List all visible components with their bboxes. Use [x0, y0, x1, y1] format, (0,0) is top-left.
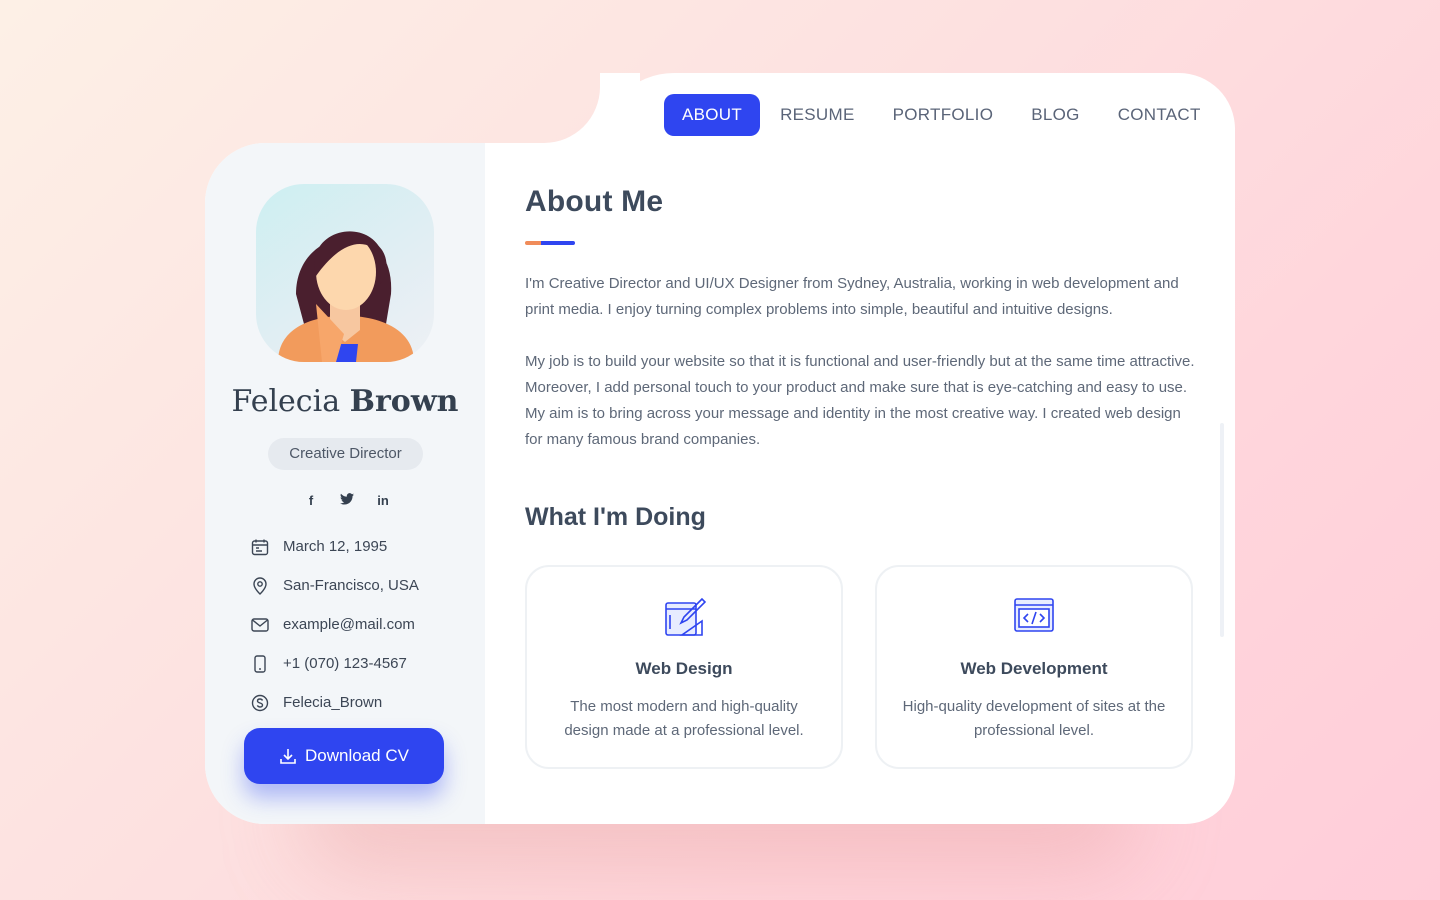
scrollbar[interactable]	[1220, 423, 1224, 637]
info-skype: Felecia_Brown	[283, 694, 383, 711]
nav-tab-resume[interactable]: RESUME	[762, 94, 873, 136]
profile-name: Felecia Brown	[205, 384, 485, 419]
info-row-email: example@mail.com	[249, 605, 419, 644]
first-name: Felecia	[231, 384, 341, 419]
main-nav: ABOUT RESUME PORTFOLIO BLOG CONTACT	[664, 94, 1219, 136]
code-window-icon	[1014, 598, 1054, 632]
service-description: High-quality development of sites at the…	[902, 698, 1166, 739]
info-row-birthday: March 12, 1995	[249, 527, 419, 566]
skype-icon	[249, 692, 271, 714]
download-cv-label: Download CV	[305, 746, 409, 765]
social-links: f in	[298, 490, 406, 512]
phone-icon	[249, 653, 271, 675]
avatar	[256, 184, 434, 362]
location-icon	[249, 575, 271, 597]
facebook-icon[interactable]: f	[298, 490, 324, 512]
nav-tab-about[interactable]: ABOUT	[664, 94, 761, 136]
title-underline	[525, 241, 575, 245]
info-row-phone: +1 (070) 123-4567	[249, 644, 419, 683]
download-icon	[280, 749, 296, 764]
download-cv-button[interactable]: Download CV	[244, 728, 444, 784]
role-badge: Creative Director	[268, 438, 423, 470]
calendar-icon	[249, 536, 271, 558]
info-row-skype: Felecia_Brown	[249, 683, 419, 722]
mail-icon	[249, 614, 271, 636]
page-title: About Me	[525, 185, 664, 218]
services-title: What I'm Doing	[525, 503, 706, 531]
profile-sidebar: Felecia Brown Creative Director f in Mar…	[205, 143, 485, 824]
service-description: The most modern and high-quality design …	[564, 698, 804, 739]
about-paragraph-1: I'm Creative Director and UI/UX Designer…	[525, 275, 1179, 318]
nav-tab-blog[interactable]: BLOG	[1013, 94, 1097, 136]
about-section: About Me I'm Creative Director and UI/UX…	[525, 185, 1195, 769]
info-location: San-Francisco, USA	[283, 577, 419, 594]
design-tools-icon	[665, 597, 706, 636]
service-title: Web Development	[960, 659, 1108, 678]
avatar-illustration	[278, 231, 414, 362]
info-email[interactable]: example@mail.com	[283, 616, 415, 633]
nav-tab-contact[interactable]: CONTACT	[1100, 94, 1219, 136]
card-notch	[520, 73, 600, 143]
service-card-web-design: Web Design The most modern and high-qual…	[525, 565, 843, 769]
linkedin-icon[interactable]: in	[370, 490, 396, 512]
service-title: Web Design	[635, 659, 733, 678]
twitter-icon[interactable]	[334, 490, 360, 512]
info-birthday: March 12, 1995	[283, 538, 388, 555]
info-row-location: San-Francisco, USA	[249, 566, 419, 605]
last-name: Brown	[349, 384, 459, 419]
contact-info-list: March 12, 1995 San-Francisco, USA exampl…	[249, 527, 419, 722]
nav-tab-portfolio[interactable]: PORTFOLIO	[875, 94, 1012, 136]
about-paragraph-2: My job is to build your website so that …	[525, 353, 1195, 448]
info-phone[interactable]: +1 (070) 123-4567	[283, 655, 407, 672]
service-card-web-development: Web Development High-quality development…	[875, 565, 1193, 769]
